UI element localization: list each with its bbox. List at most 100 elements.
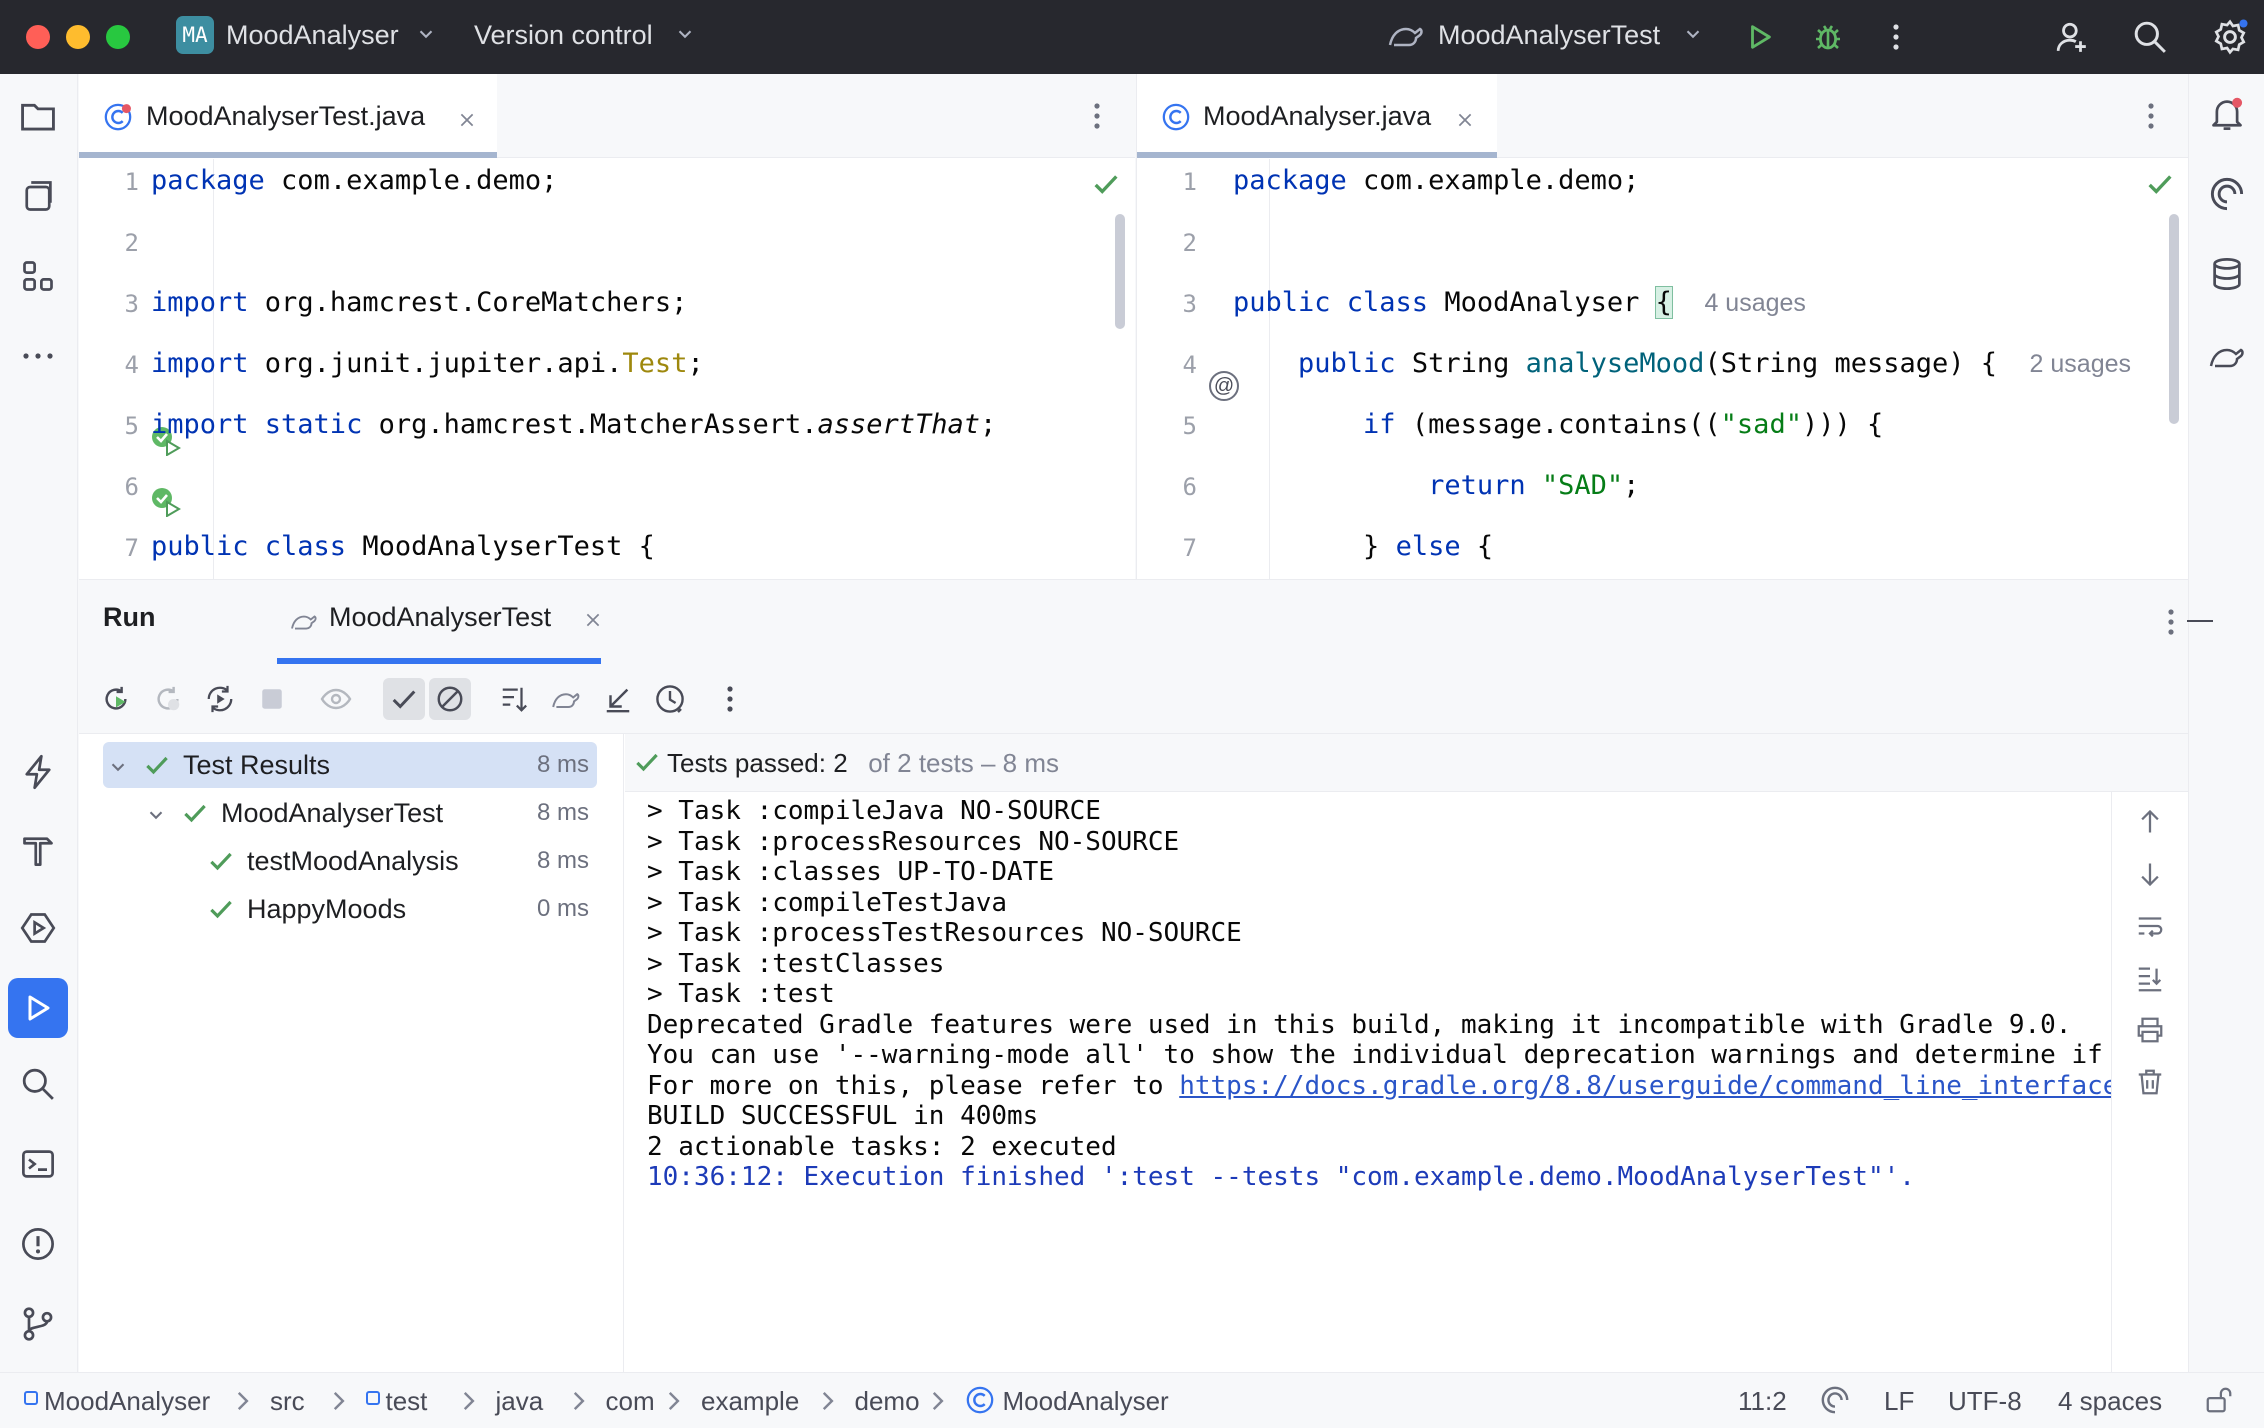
rerun-failed-icon[interactable] — [147, 678, 189, 720]
debug-button[interactable] — [1808, 17, 1848, 57]
hide-panel-icon[interactable] — [2187, 620, 2213, 622]
notifications-bell-icon[interactable] — [2207, 94, 2247, 134]
breadcrumb-item[interactable]: com — [606, 1383, 655, 1419]
stop-icon[interactable] — [251, 678, 293, 720]
show-passed-toggle[interactable] — [383, 678, 425, 720]
more-run-actions-icon[interactable] — [709, 678, 751, 720]
close-window-button[interactable] — [26, 25, 50, 49]
problems-icon[interactable] — [18, 1224, 58, 1264]
zoom-window-button[interactable] — [106, 25, 130, 49]
caret-position[interactable]: 11:2 — [1738, 1383, 1787, 1419]
test-history-icon[interactable] — [649, 678, 691, 720]
print-icon[interactable] — [2130, 1010, 2170, 1050]
settings-gear-icon[interactable] — [2210, 17, 2250, 57]
run-button[interactable] — [1740, 17, 1780, 57]
minimize-window-button[interactable] — [66, 25, 90, 49]
breadcrumb-item[interactable]: demo — [855, 1383, 920, 1419]
tab-moodanalysertest-java[interactable]: MoodAnalyserTest.java — [79, 74, 497, 158]
chevron-down-icon[interactable] — [145, 802, 167, 833]
code-area[interactable]: @ 1 package com.example.demo; 2 3 public cla… — [1137, 159, 2188, 579]
clear-trash-icon[interactable] — [2130, 1062, 2170, 1102]
line-separator[interactable]: LF — [1884, 1383, 1914, 1419]
scrollbar-thumb[interactable] — [1115, 214, 1125, 329]
editor-options-icon[interactable] — [1079, 98, 1115, 134]
vcs-widget[interactable]: Version control — [474, 15, 704, 55]
tree-item[interactable]: MoodAnalyserTest 8 ms — [103, 790, 597, 836]
rerun-icon[interactable] — [95, 678, 137, 720]
tests-passed-text: Tests passed: 2 — [667, 748, 848, 778]
breadcrumb-item[interactable]: java — [496, 1383, 544, 1419]
code-line[interactable]: return "SAD"; — [1233, 470, 1639, 501]
code-line[interactable]: public class MoodAnalyser { 4 usages — [1233, 286, 1806, 319]
line-number: 3 — [124, 290, 139, 318]
code-line[interactable]: } else { — [1233, 531, 1493, 562]
run-options-icon[interactable] — [2153, 604, 2189, 640]
lock-icon[interactable] — [2204, 1385, 2234, 1421]
code-line[interactable]: public class MoodAnalyserTest { — [151, 531, 655, 562]
breadcrumb-item[interactable]: MoodAnalyser — [44, 1383, 210, 1419]
run-test-gutter-icon[interactable] — [149, 485, 181, 522]
console-line: > Task :testClasses — [647, 948, 945, 979]
commit-icon[interactable] — [18, 176, 58, 216]
show-passed-eye-icon[interactable] — [315, 678, 357, 720]
soft-wrap-icon[interactable] — [2130, 906, 2170, 946]
structure-icon[interactable] — [18, 256, 58, 296]
run-tool-icon[interactable] — [8, 978, 68, 1038]
console-output[interactable]: Tests passed: 2 of 2 tests – 8 ms > Task… — [625, 734, 2188, 1373]
search-icon[interactable] — [2130, 17, 2170, 57]
add-user-icon[interactable] — [2052, 17, 2092, 57]
chevron-down-icon[interactable] — [107, 754, 129, 785]
sort-icon[interactable] — [493, 678, 535, 720]
code-line[interactable]: if (message.contains(("sad"))) { — [1233, 409, 1883, 440]
close-tab-icon[interactable] — [1455, 106, 1475, 137]
ai-status-icon[interactable] — [1820, 1385, 1850, 1421]
breadcrumb-item[interactable]: MoodAnalyser — [1003, 1383, 1169, 1419]
scroll-to-end-icon[interactable] — [2130, 958, 2170, 998]
build-hammer-icon[interactable] — [18, 830, 58, 870]
endpoints-lightning-icon[interactable] — [18, 752, 58, 792]
gradle-tool-icon[interactable] — [2207, 336, 2247, 376]
find-search-icon[interactable] — [18, 1064, 58, 1104]
arrow-up-icon[interactable] — [2130, 802, 2170, 842]
tree-item[interactable]: Test Results 8 ms — [103, 742, 597, 788]
code-line[interactable]: import org.hamcrest.CoreMatchers; — [151, 287, 687, 318]
more-tools-icon[interactable] — [18, 336, 58, 376]
breadcrumb-item[interactable]: src — [270, 1383, 305, 1419]
run-config-widget[interactable]: MoodAnalyserTest — [1386, 15, 1706, 55]
database-icon[interactable] — [2207, 254, 2247, 294]
code-line[interactable]: package com.example.demo; — [151, 165, 557, 196]
toggle-auto-test-icon[interactable] — [199, 678, 241, 720]
editor-right[interactable]: MoodAnalyser.java @ 1 package com.example… — [1136, 74, 2188, 579]
file-encoding[interactable]: UTF-8 — [1948, 1383, 2022, 1419]
tree-item[interactable]: HappyMoods 0 ms — [103, 886, 597, 932]
services-icon[interactable] — [18, 908, 58, 948]
close-tab-icon[interactable] — [583, 610, 603, 635]
ai-assistant-icon[interactable] — [2207, 174, 2247, 214]
terminal-icon[interactable] — [18, 1144, 58, 1184]
code-line[interactable]: import org.junit.jupiter.api.Test; — [151, 348, 704, 379]
breadcrumb-item[interactable]: test — [386, 1383, 428, 1419]
indent-setting[interactable]: 4 spaces — [2058, 1383, 2162, 1419]
code-line[interactable]: import static org.hamcrest.MatcherAssert… — [151, 409, 996, 440]
editor-options-icon[interactable] — [2133, 98, 2169, 134]
scrollbar-thumb[interactable] — [2169, 214, 2179, 424]
editor-left[interactable]: MoodAnalyserTest.java 1 package com.examp… — [79, 74, 1135, 579]
close-tab-icon[interactable] — [457, 106, 477, 137]
code-line[interactable]: package com.example.demo; — [1233, 165, 1639, 196]
tree-item[interactable]: testMoodAnalysis 8 ms — [103, 838, 597, 884]
code-area[interactable]: 1 package com.example.demo; 2 3 import org.h… — [79, 159, 1135, 579]
import-tests-icon[interactable] — [545, 678, 587, 720]
tab-run-config[interactable]: MoodAnalyserTest — [207, 580, 601, 664]
breadcrumb-item[interactable]: example — [701, 1383, 799, 1419]
test-results-tree[interactable]: Test Results 8 ms MoodAnalyserTest 8 ms test… — [79, 734, 624, 1373]
gradle-docs-link[interactable]: https://docs.gradle.org/8.8/userguide/co… — [1179, 1071, 2111, 1101]
project-folder-icon[interactable] — [18, 96, 58, 136]
arrow-down-icon[interactable] — [2130, 854, 2170, 894]
tab-moodanalyser-java[interactable]: MoodAnalyser.java — [1137, 74, 1497, 158]
export-icon[interactable] — [597, 678, 639, 720]
more-actions-icon[interactable] — [1876, 17, 1916, 57]
git-branch-icon[interactable] — [18, 1304, 58, 1344]
code-line[interactable]: public String analyseMood(String message… — [1233, 348, 2131, 379]
project-widget[interactable]: MA MoodAnalyser — [172, 15, 442, 55]
show-ignored-toggle[interactable] — [429, 678, 471, 720]
